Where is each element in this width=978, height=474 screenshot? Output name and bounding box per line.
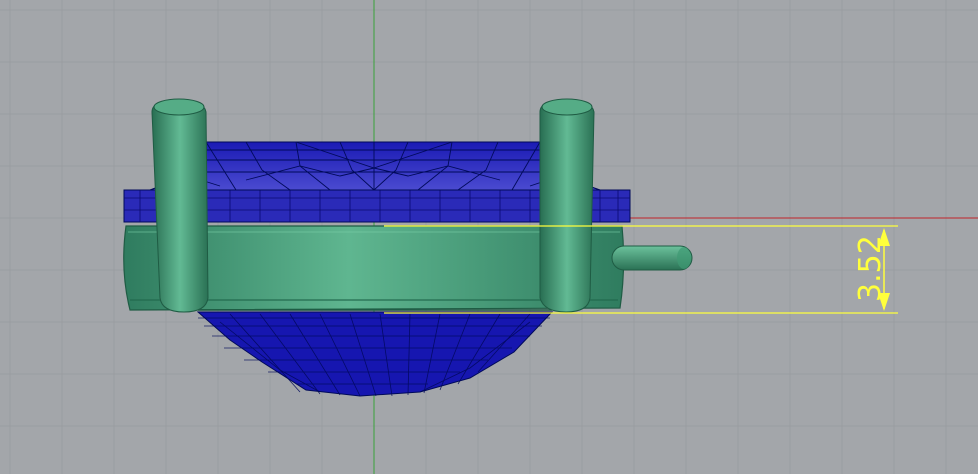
dimension-value: 3.52 [853,235,888,302]
front-viewport[interactable]: 3.52 [0,0,978,474]
stone-pavilion[interactable] [196,311,554,397]
left-prong[interactable] [151,98,209,313]
viewport-canvas[interactable]: 3.52 [0,0,978,474]
setting-side-peg[interactable] [611,245,693,271]
right-prong[interactable] [539,98,595,313]
stone-crown[interactable] [149,141,601,191]
